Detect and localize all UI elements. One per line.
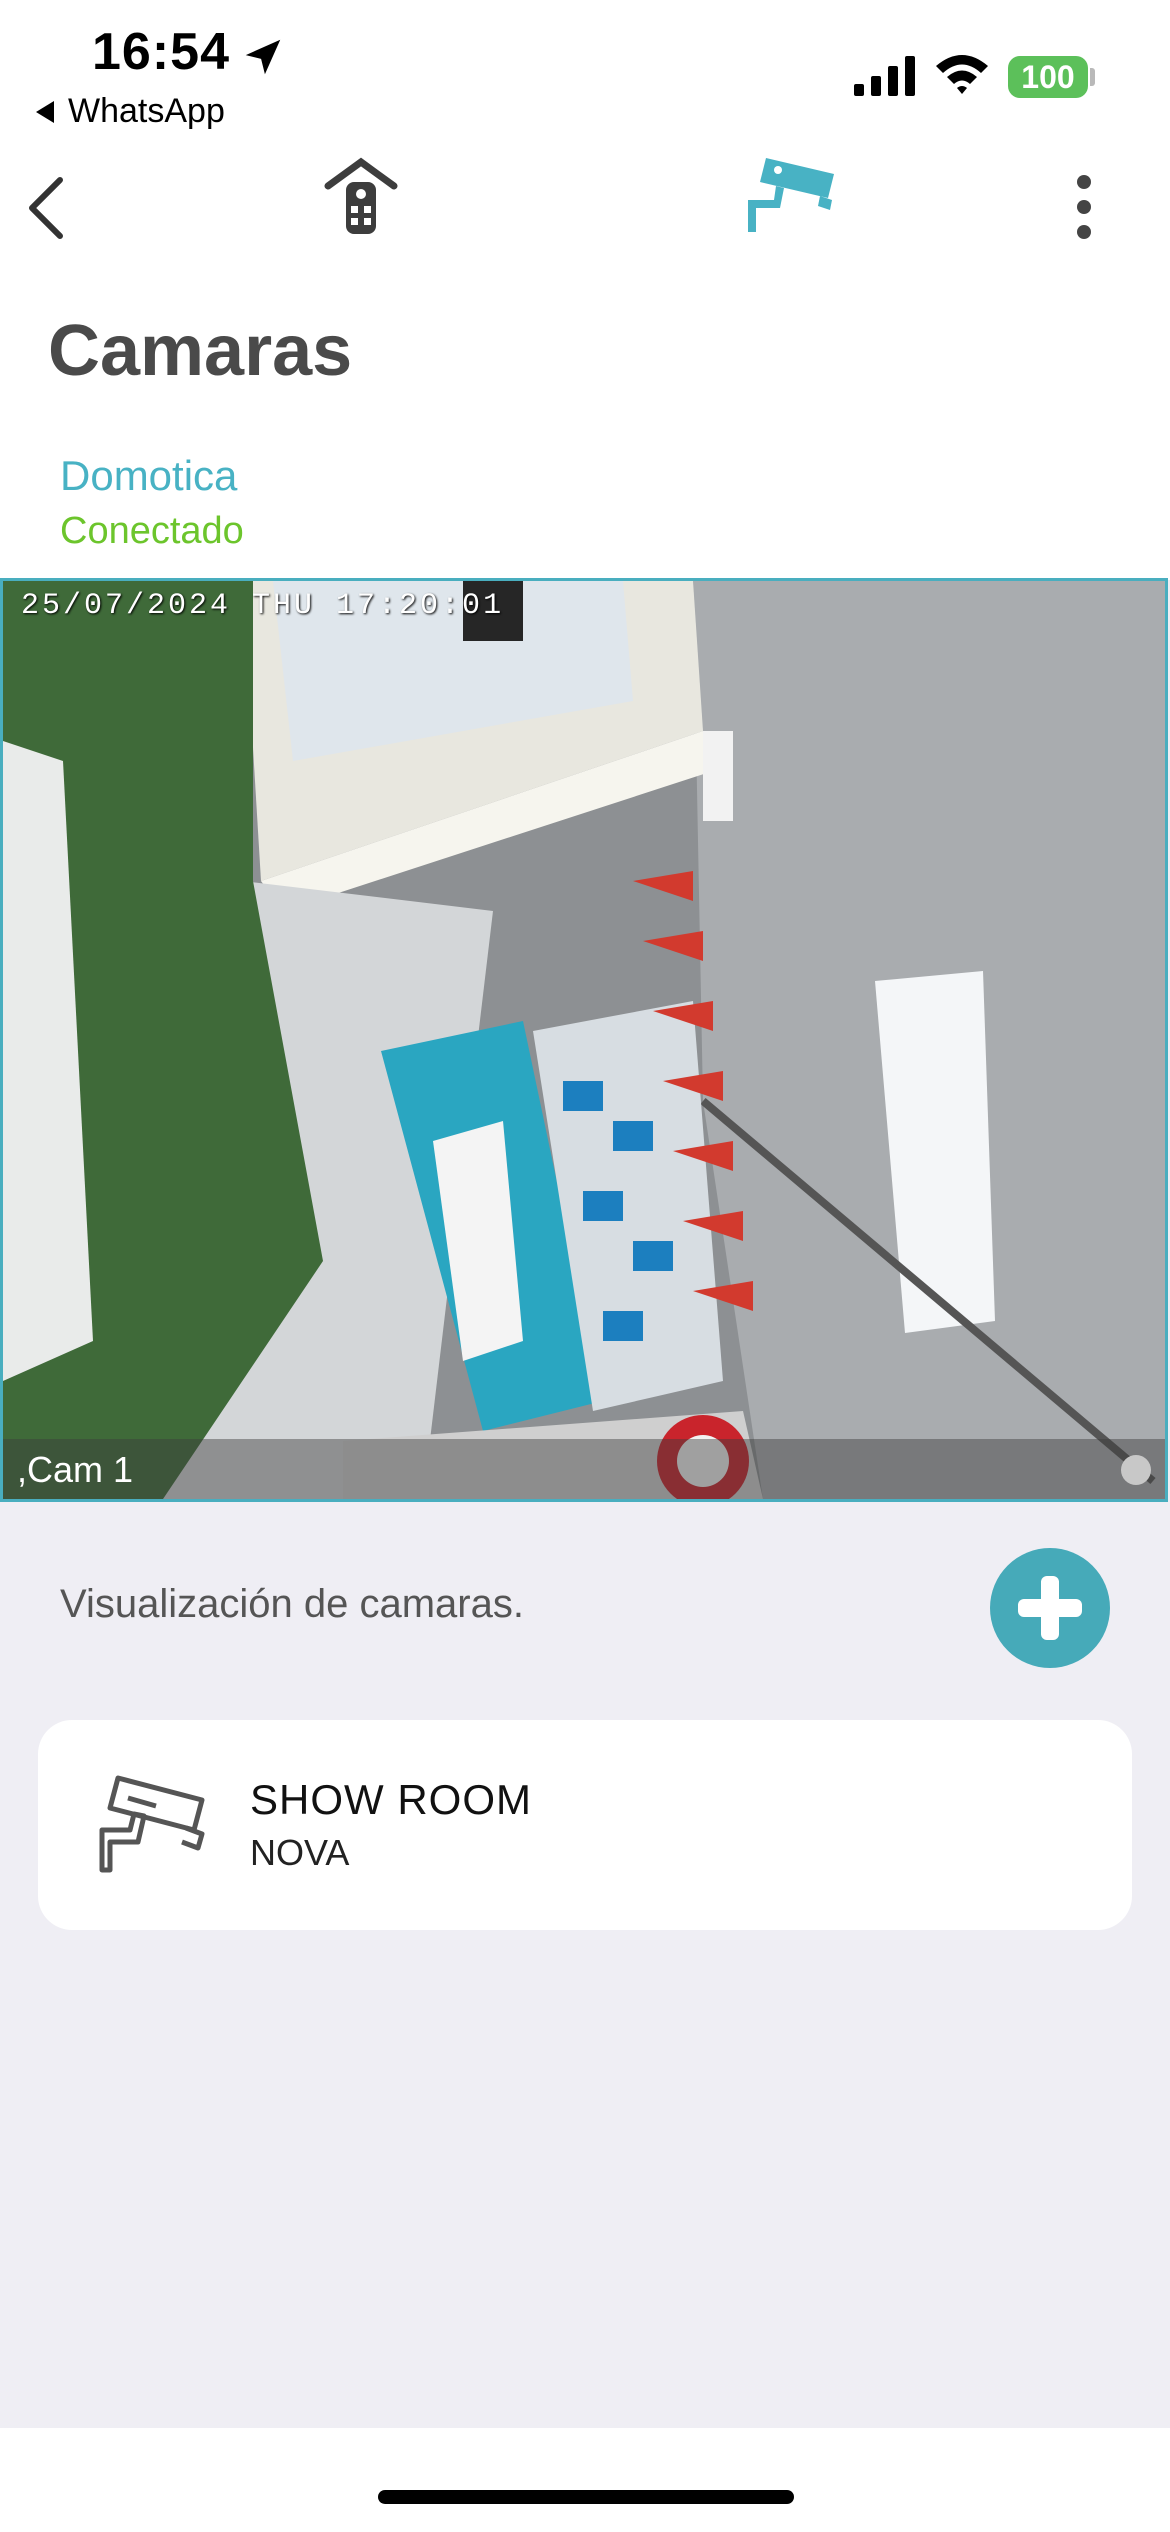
feed-camera-label: ,Cam 1 — [17, 1449, 134, 1490]
bottom-bar — [0, 2428, 1170, 2532]
camera-feed[interactable]: 25/07/2024 THU 17:20:01 ,Cam 1 — [0, 578, 1168, 1502]
back-triangle-icon — [36, 100, 54, 123]
chevron-left-icon[interactable] — [20, 172, 80, 244]
feed-status-dot — [1121, 1455, 1151, 1485]
security-camera-icon[interactable] — [740, 152, 840, 238]
connection-status: Conectado — [60, 510, 244, 552]
camera-list-item[interactable]: SHOW ROOM NOVA — [38, 1720, 1132, 1930]
status-time: 16:54 — [92, 23, 230, 81]
cellular-signal-icon — [854, 56, 915, 96]
back-app-label: WhatsApp — [68, 92, 225, 130]
back-to-app-link[interactable]: WhatsApp — [36, 92, 225, 131]
add-camera-button[interactable] — [990, 1548, 1110, 1668]
device-name[interactable]: Domotica — [60, 452, 237, 500]
camera-feed-image — [3, 581, 1165, 1499]
location-arrow-icon — [245, 39, 281, 75]
camera-location: NOVA — [250, 1832, 350, 1873]
battery-indicator: 100 — [1008, 56, 1088, 98]
security-camera-icon — [99, 1775, 205, 1873]
feed-caption-bar — [3, 1439, 1165, 1499]
page-title: Camaras — [48, 311, 353, 391]
section-label: Visualización de camaras. — [60, 1582, 524, 1626]
home-indicator[interactable] — [378, 2490, 794, 2504]
wifi-icon — [936, 55, 988, 94]
battery-tip — [1090, 68, 1095, 86]
camera-name: SHOW ROOM — [250, 1776, 532, 1823]
more-vertical-icon[interactable] — [1064, 172, 1104, 242]
remote-control-icon[interactable] — [318, 152, 404, 238]
feed-timestamp: 25/07/2024 THU 17:20:01 — [21, 589, 505, 623]
